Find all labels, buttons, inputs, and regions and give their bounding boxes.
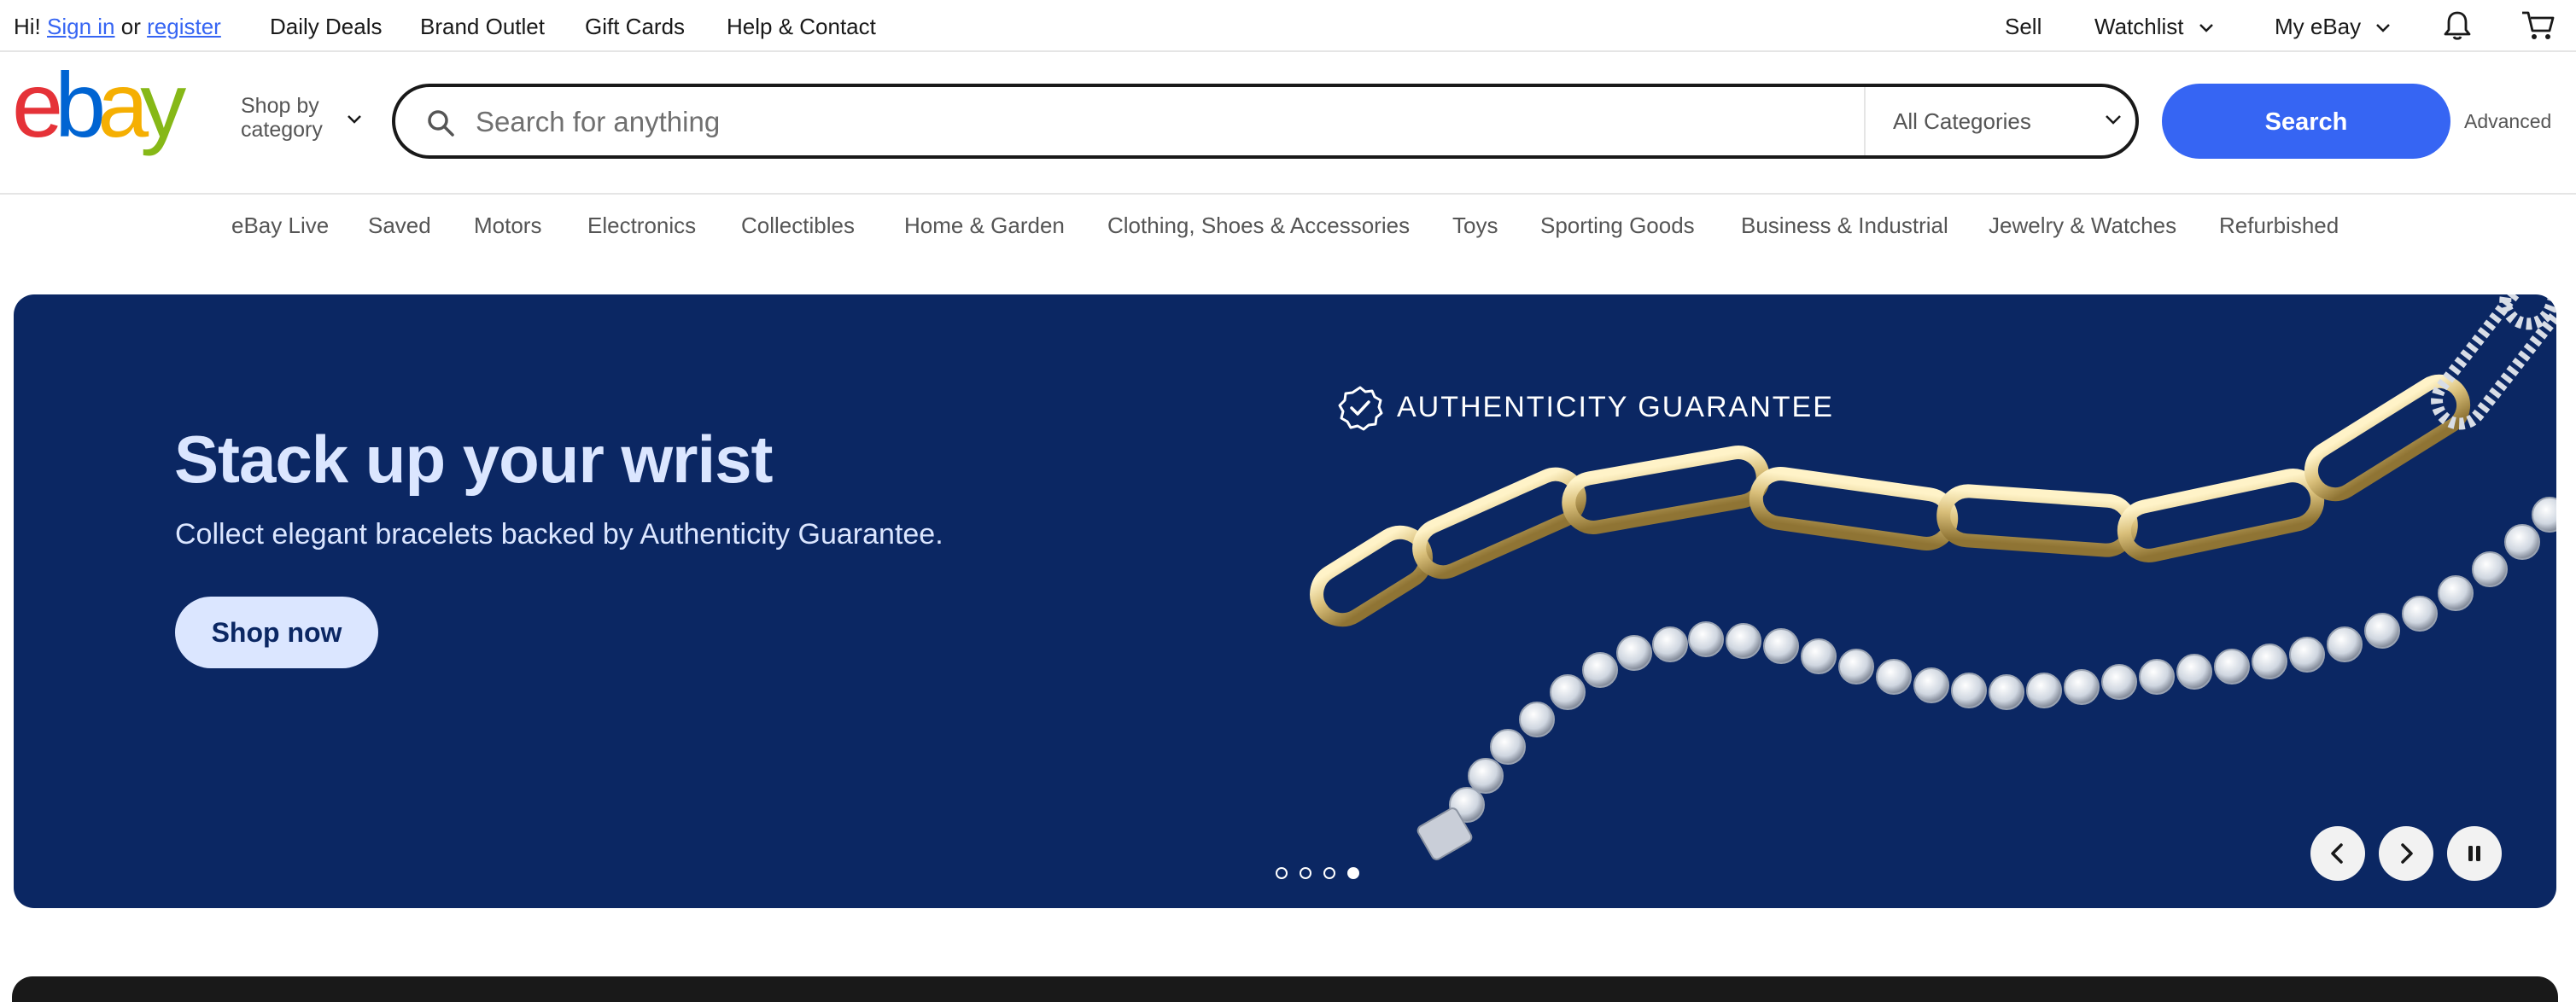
cart-button[interactable] bbox=[2521, 9, 2556, 43]
advanced-search-link[interactable]: Advanced bbox=[2464, 84, 2551, 159]
sign-in-link[interactable]: Sign in bbox=[47, 14, 115, 39]
nav-item-clothing[interactable]: Clothing, Shoes & Accessories bbox=[1107, 208, 1410, 242]
brand-outlet-link[interactable]: Brand Outlet bbox=[420, 0, 545, 52]
header-divider bbox=[0, 193, 2576, 195]
hero-banner[interactable]: Stack up your wrist Collect elegant brac… bbox=[14, 294, 2556, 908]
my-ebay-label: My eBay bbox=[2275, 14, 2362, 39]
daily-deals-link[interactable]: Daily Deals bbox=[270, 0, 383, 52]
nav-item-electronics[interactable]: Electronics bbox=[587, 208, 696, 242]
watchlist-label: Watchlist bbox=[2094, 14, 2184, 39]
nav-item-jewelry-watches[interactable]: Jewelry & Watches bbox=[1989, 208, 2176, 242]
ebay-logo[interactable]: ebay bbox=[12, 53, 217, 159]
register-link[interactable]: register bbox=[147, 14, 221, 39]
nav-item-motors[interactable]: Motors bbox=[474, 208, 541, 242]
search-button[interactable]: Search bbox=[2162, 84, 2450, 159]
nav-item-business-industrial[interactable]: Business & Industrial bbox=[1741, 208, 1948, 242]
verified-badge-icon bbox=[1338, 386, 1383, 431]
next-slide-button[interactable] bbox=[2379, 826, 2433, 881]
or-text: or bbox=[120, 14, 141, 39]
authenticity-guarantee-text: AUTHENTICITY GUARANTEE bbox=[1397, 391, 1834, 423]
sell-link[interactable]: Sell bbox=[2005, 0, 2042, 52]
shop-by-category-button[interactable]: Shop by category bbox=[241, 94, 369, 147]
greeting-text: Hi! bbox=[14, 14, 41, 39]
search-input[interactable] bbox=[474, 96, 1860, 149]
hero-title: Stack up your wrist bbox=[174, 422, 774, 497]
my-ebay-menu[interactable]: My eBay bbox=[2275, 0, 2391, 52]
carousel-dot-4[interactable] bbox=[1347, 867, 1359, 879]
bell-icon bbox=[2444, 11, 2471, 40]
carousel-indicators bbox=[1276, 867, 1378, 884]
nav-item-refurbished[interactable]: Refurbished bbox=[2219, 208, 2339, 242]
nav-item-saved[interactable]: Saved bbox=[368, 208, 431, 242]
nav-item-home-garden[interactable]: Home & Garden bbox=[904, 208, 1065, 242]
cart-icon bbox=[2522, 11, 2555, 39]
gift-cards-link[interactable]: Gift Cards bbox=[585, 0, 685, 52]
carousel-dot-2[interactable] bbox=[1300, 867, 1311, 879]
svg-text:ebay: ebay bbox=[12, 70, 186, 156]
carousel-dot-1[interactable] bbox=[1276, 867, 1288, 879]
hero-subtitle: Collect elegant bracelets backed by Auth… bbox=[175, 518, 943, 551]
help-contact-link[interactable]: Help & Contact bbox=[727, 0, 876, 52]
chevron-down-icon bbox=[2106, 115, 2121, 125]
greeting: Hi! Sign in or register bbox=[14, 0, 221, 52]
shop-now-button[interactable]: Shop now bbox=[175, 597, 378, 668]
previous-slide-button[interactable] bbox=[2310, 826, 2365, 881]
notifications-button[interactable] bbox=[2440, 9, 2474, 43]
category-select-value: All Categories bbox=[1893, 108, 2031, 134]
chevron-left-icon bbox=[2331, 843, 2343, 864]
nav-item-toys[interactable]: Toys bbox=[1452, 208, 1498, 242]
chevron-down-icon bbox=[2199, 24, 2213, 32]
carousel-dot-3[interactable] bbox=[1323, 867, 1335, 879]
search-icon bbox=[428, 110, 454, 137]
pause-carousel-button[interactable] bbox=[2447, 826, 2502, 881]
search-bar: All Categories bbox=[392, 84, 2139, 159]
watchlist-menu[interactable]: Watchlist bbox=[2094, 0, 2214, 52]
top-utility-bar: Hi! Sign in or register Daily Deals Bran… bbox=[0, 0, 2576, 52]
nav-item-ebay-live[interactable]: eBay Live bbox=[231, 208, 329, 242]
chevron-right-icon bbox=[2401, 843, 2413, 864]
nav-item-sporting-goods[interactable]: Sporting Goods bbox=[1540, 208, 1695, 242]
chevron-down-icon bbox=[2376, 24, 2391, 32]
nav-item-collectibles[interactable]: Collectibles bbox=[741, 208, 855, 242]
category-select[interactable]: All Categories bbox=[1864, 87, 2135, 155]
next-section-banner-edge bbox=[12, 976, 2558, 1002]
chevron-down-icon bbox=[348, 115, 361, 124]
pause-icon bbox=[2468, 846, 2480, 861]
